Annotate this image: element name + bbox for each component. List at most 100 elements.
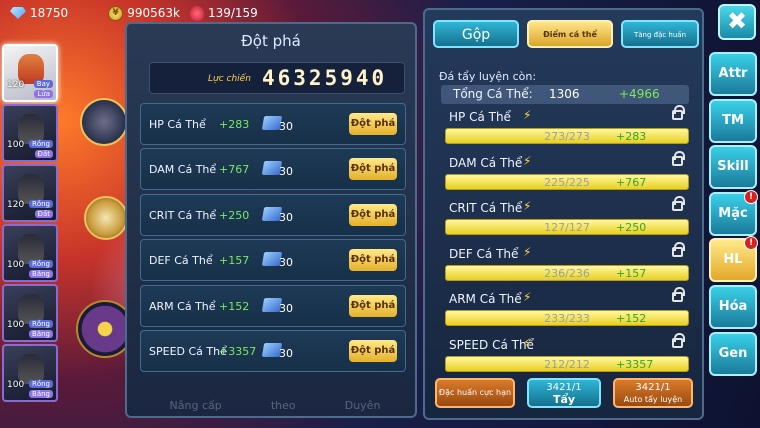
pet-slot[interactable]: 120 Bay Lửa	[2, 44, 58, 102]
breakthrough-panel: Đột phá Lực chiến 46325940 HP Cá Thể +283…	[125, 22, 417, 418]
breakthrough-button[interactable]: Đột phá	[349, 339, 397, 362]
lock-icon[interactable]	[672, 105, 685, 120]
tab-nang-cap[interactable]: Nâng cấp	[170, 399, 222, 412]
cost-value: 30	[279, 165, 293, 179]
stat-row: CRIT Cá Thể ⚡ 127/127 +250	[439, 196, 691, 245]
side-tab-skill[interactable]: Skill	[709, 145, 757, 190]
lock-icon[interactable]	[672, 287, 685, 302]
breakthrough-row: ARM Cá Thể +152 30 Đột phá	[140, 284, 406, 327]
stat-increment: +767	[616, 175, 647, 189]
gems-value: 18750	[30, 6, 69, 20]
extreme-training-button[interactable]: Đặc huấn cực hạn	[435, 378, 515, 408]
pet-level: 100	[7, 140, 25, 150]
stamina-value: 139/159	[207, 6, 258, 20]
stat-name: CRIT Cá Thể	[449, 201, 523, 215]
pet-slot[interactable]: 100 Rồng Băng	[2, 284, 58, 342]
stat-increment: +3357	[616, 357, 654, 371]
pet-level: 100	[7, 320, 25, 330]
pet-slot[interactable]: 120 Rồng Đất	[2, 164, 58, 222]
side-tab-label: TM	[722, 112, 744, 128]
stat-progress-bar: 273/273 +283	[445, 128, 689, 144]
pet-level: 120	[7, 200, 25, 210]
side-tab-attr[interactable]: Attr	[709, 52, 757, 96]
tab-merge[interactable]: Gộp	[433, 20, 519, 48]
pet-element-tag: Băng	[29, 390, 53, 398]
pet-element-tag: Đất	[34, 150, 53, 158]
side-tab-label: Attr	[718, 66, 748, 81]
total-increment: +4966	[619, 87, 660, 101]
stat-name: DAM Cá Thể	[449, 155, 523, 170]
close-button[interactable]: ✖	[718, 4, 756, 40]
notification-badge: !	[744, 189, 758, 204]
total-value: 1306	[549, 87, 580, 101]
pet-level: 100	[7, 260, 25, 270]
pet-slot[interactable]: 100 Rồng Băng	[2, 344, 58, 402]
lightning-icon: ⚡	[523, 108, 532, 122]
stat-increment: +152	[616, 312, 647, 325]
pet-type-tag: Bay	[33, 80, 53, 88]
side-tab-tm[interactable]: TM	[709, 98, 757, 143]
side-tab-gen[interactable]: Gen	[709, 331, 757, 376]
breakthrough-button[interactable]: Đột phá	[349, 294, 397, 317]
breakthrough-row: DEF Cá Thể +157 30 Đột phá	[140, 239, 406, 282]
stat-row: SPEED Cá Thể ⚡ 212/212 +3357	[439, 332, 691, 382]
stat-increment: +3357	[219, 344, 257, 358]
stat-progress-bar: 127/127 +250	[445, 219, 689, 235]
lock-icon[interactable]	[672, 332, 685, 348]
tab-boost-training[interactable]: Tăng đặc huấn	[621, 20, 699, 48]
lock-icon[interactable]	[672, 150, 685, 166]
stat-value: 236/236	[544, 266, 590, 280]
breakthrough-button[interactable]: Đột phá	[349, 203, 397, 226]
tab-individual-points[interactable]: Điểm cá thể	[527, 20, 613, 48]
tab-theo[interactable]: theo	[271, 399, 296, 412]
potion-icon	[189, 5, 204, 21]
stat-increment: +157	[616, 266, 647, 280]
auto-refine-button[interactable]: 3421/1 Auto tẩy luyện	[613, 378, 693, 408]
cost-value: 30	[279, 256, 293, 270]
refine-button[interactable]: 3421/1 Tẩy	[527, 378, 601, 408]
side-tab-label: Gen	[718, 345, 748, 361]
breakthrough-row: SPEED Cá Thể +3357 30 Đột phá	[140, 329, 406, 372]
pet-slot[interactable]: 100 Rồng Băng	[2, 224, 58, 282]
lock-icon[interactable]	[672, 196, 685, 211]
gold-display: ¥ 990563k	[108, 5, 180, 21]
gold-value: 990563k	[127, 6, 180, 20]
stat-row: ARM Cá Thể ⚡ 233/233 +152	[439, 287, 691, 336]
pet-slot[interactable]: 100 Rồng Đất	[2, 104, 58, 162]
notification-badge: !	[744, 236, 758, 251]
tab-duyen[interactable]: Duyên	[345, 399, 381, 412]
stat-value: 233/233	[544, 312, 590, 325]
stat-increment: +157	[219, 254, 250, 268]
side-tab-hl[interactable]: HL!	[709, 236, 758, 283]
side-tab-hóa[interactable]: Hóa	[709, 284, 757, 329]
pet-type-tag: Rồng	[28, 380, 53, 388]
stat-increment: +250	[616, 221, 647, 234]
bag-icon[interactable]	[84, 196, 128, 240]
side-tab-label: Hóa	[718, 298, 748, 314]
auto-refine-label: Auto tẩy luyện	[623, 395, 683, 404]
stat-progress-bar: 225/225 +767	[445, 173, 689, 190]
stat-name: HP Cá Thể	[149, 118, 206, 131]
breakthrough-button[interactable]: Đột phá	[349, 249, 397, 272]
pet-type-tag: Rồng	[28, 140, 53, 148]
breakthrough-rows: HP Cá Thể +283 30 Đột phá DAM Cá Thể +767 30 Độ…	[140, 103, 406, 375]
lock-icon[interactable]	[672, 241, 685, 257]
cost-value: 30	[279, 301, 293, 315]
stat-increment: +283	[219, 118, 250, 131]
lightning-icon: ⚡	[523, 244, 532, 259]
stat-value: 273/273	[544, 130, 590, 143]
training-panel: Gộp Điểm cá thể Tăng đặc huấn Đá tẩy luy…	[423, 8, 704, 420]
pet-element-tag: Lửa	[34, 90, 53, 98]
sword-skill-icon[interactable]	[80, 98, 128, 146]
refine-label: Tẩy	[552, 393, 576, 406]
pet-type-tag: Rồng	[28, 320, 53, 328]
stamina-display: 139/159	[189, 5, 258, 21]
stat-name: HP Cá Thể	[449, 110, 511, 124]
cost-value: 30	[279, 346, 293, 360]
side-tab-label: Skill	[717, 159, 749, 175]
side-tab-mặc[interactable]: Mặc!	[709, 189, 758, 236]
stat-increment: +152	[219, 299, 250, 313]
breakthrough-button[interactable]: Đột phá	[349, 158, 397, 181]
pet-type-tag: Rồng	[28, 260, 53, 268]
breakthrough-button[interactable]: Đột phá	[349, 113, 397, 135]
